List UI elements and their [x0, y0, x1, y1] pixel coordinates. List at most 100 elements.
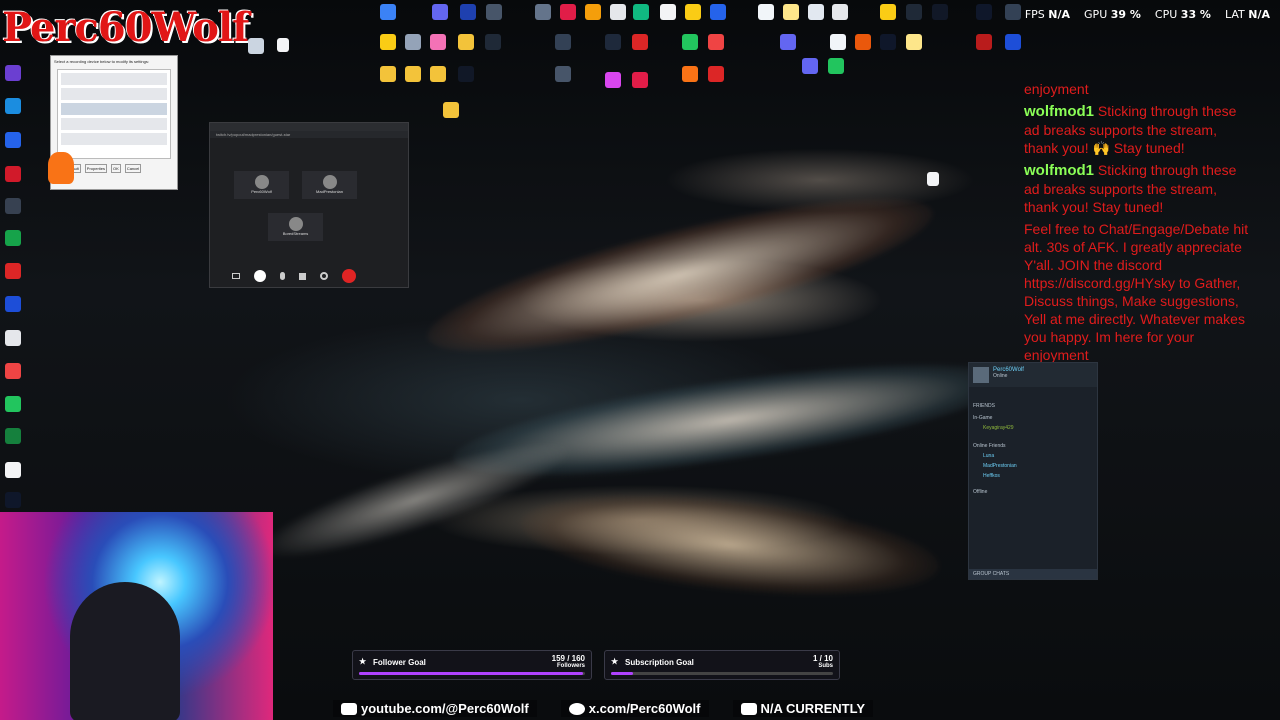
desktop-app-icon[interactable] [5, 166, 21, 182]
desktop-app-icon[interactable] [5, 396, 21, 412]
desktop-file-icon[interactable] [927, 172, 939, 186]
folder-icon[interactable] [443, 102, 459, 118]
desktop-app-icon[interactable] [5, 230, 21, 246]
mic-icon[interactable] [280, 272, 285, 280]
desktop-app-icon[interactable] [585, 4, 601, 20]
desktop-app-icon[interactable] [5, 363, 21, 379]
desktop-app-icon[interactable] [1005, 4, 1021, 20]
folder-icon[interactable] [430, 66, 446, 82]
participant-name: MadPrestonian [316, 189, 343, 194]
desktop-app-icon[interactable] [5, 296, 21, 312]
friend-item[interactable]: MadPrestonian [969, 461, 1097, 471]
desktop-app-icon[interactable] [430, 34, 446, 50]
device-list[interactable] [57, 69, 171, 159]
desktop-app-icon[interactable] [880, 34, 896, 50]
desktop-app-icon[interactable] [605, 34, 621, 50]
desktop-app-icon[interactable] [802, 58, 818, 74]
desktop-app-icon[interactable] [605, 72, 621, 88]
friend-item[interactable]: Keyagiray429 [969, 423, 1097, 433]
guest-star-window[interactable]: twitch.tv/popout/madprestonian/guest-sta… [209, 122, 409, 288]
volume-icon[interactable] [299, 272, 306, 280]
device-item[interactable] [61, 88, 167, 100]
camera-icon[interactable] [254, 270, 266, 282]
desktop-app-icon[interactable] [560, 4, 576, 20]
device-item[interactable] [61, 118, 167, 130]
desktop-file-icon[interactable] [277, 38, 289, 52]
address-bar[interactable]: twitch.tv/popout/madprestonian/guest-sta… [210, 131, 408, 138]
steam-friends-window[interactable]: Perc60Wolf Online FRIENDS In-Game Keyagir… [968, 362, 1098, 580]
desktop-app-icon[interactable] [976, 4, 992, 20]
desktop-app-icon[interactable] [5, 65, 21, 81]
follower-goal-count: 159 / 160 [551, 654, 585, 663]
desktop-app-icon[interactable] [5, 330, 21, 346]
facebook-link[interactable]: N/A CURRENTLY [732, 700, 874, 717]
desktop-app-icon[interactable] [555, 34, 571, 50]
desktop-app-icon[interactable] [632, 34, 648, 50]
properties-button[interactable]: Properties [84, 164, 108, 173]
desktop-app-icon[interactable] [248, 38, 264, 54]
desktop-app-icon[interactable] [906, 34, 922, 50]
settings-gear-icon[interactable] [320, 272, 328, 280]
desktop-app-icon[interactable] [828, 58, 844, 74]
desktop-app-icon[interactable] [708, 66, 724, 82]
desktop-app-icon[interactable] [405, 34, 421, 50]
desktop-app-icon[interactable] [485, 34, 501, 50]
desktop-app-icon[interactable] [460, 4, 476, 20]
device-item[interactable] [61, 133, 167, 145]
desktop-app-icon[interactable] [380, 4, 396, 20]
screen-share-icon[interactable] [232, 273, 240, 279]
desktop-app-icon[interactable] [685, 4, 701, 20]
desktop-app-icon[interactable] [855, 34, 871, 50]
x-link[interactable]: x.com/Perc60Wolf [560, 700, 709, 717]
desktop-app-icon[interactable] [432, 4, 448, 20]
desktop-app-icon[interactable] [830, 34, 846, 50]
desktop-app-icon[interactable] [458, 34, 474, 50]
desktop-app-icon[interactable] [783, 4, 799, 20]
device-item[interactable] [61, 73, 167, 85]
cancel-button[interactable]: Cancel [124, 164, 142, 173]
desktop-app-icon[interactable] [610, 4, 626, 20]
desktop-app-icon[interactable] [932, 4, 948, 20]
friend-item[interactable]: Luna [969, 451, 1097, 461]
desktop-app-icon[interactable] [5, 132, 21, 148]
desktop-app-icon[interactable] [5, 428, 21, 444]
desktop-app-icon[interactable] [832, 4, 848, 20]
desktop-app-icon[interactable] [710, 4, 726, 20]
desktop-app-icon[interactable] [5, 198, 21, 214]
desktop-app-icon[interactable] [708, 34, 724, 50]
folder-icon[interactable] [380, 66, 396, 82]
online-label: Online Friends [973, 443, 1006, 449]
desktop-app-icon[interactable] [976, 34, 992, 50]
desktop-app-icon[interactable] [535, 4, 551, 20]
steam-profile[interactable]: Perc60Wolf Online [969, 363, 1097, 387]
desktop-app-icon[interactable] [632, 72, 648, 88]
desktop-app-icon[interactable] [458, 66, 474, 82]
desktop-app-icon[interactable] [5, 492, 21, 508]
leave-call-button[interactable] [342, 269, 356, 283]
window-titlebar[interactable] [210, 123, 408, 131]
youtube-link[interactable]: youtube.com/@Perc60Wolf [333, 700, 537, 717]
desktop-app-icon[interactable] [1005, 34, 1021, 50]
ok-button[interactable]: OK [111, 164, 121, 173]
desktop-app-icon[interactable] [380, 34, 396, 50]
group-chats-bar[interactable]: GROUP CHATS [969, 569, 1097, 579]
friend-item[interactable]: Heffkos [969, 471, 1097, 481]
folder-icon[interactable] [405, 66, 421, 82]
desktop-app-icon[interactable] [486, 4, 502, 20]
desktop-app-icon[interactable] [633, 4, 649, 20]
device-item-selected[interactable] [61, 103, 167, 115]
desktop-app-icon[interactable] [5, 263, 21, 279]
desktop-app-icon[interactable] [5, 462, 21, 478]
desktop-app-icon[interactable] [906, 4, 922, 20]
desktop-app-icon[interactable] [660, 4, 676, 20]
desktop-app-icon[interactable] [780, 34, 796, 50]
desktop-app-icon[interactable] [5, 98, 21, 114]
x-icon [568, 702, 585, 715]
desktop-app-icon[interactable] [758, 4, 774, 20]
desktop-app-icon[interactable] [555, 66, 571, 82]
avatar [288, 217, 303, 231]
desktop-app-icon[interactable] [682, 66, 698, 82]
desktop-app-icon[interactable] [808, 4, 824, 20]
desktop-app-icon[interactable] [880, 4, 896, 20]
desktop-app-icon[interactable] [682, 34, 698, 50]
